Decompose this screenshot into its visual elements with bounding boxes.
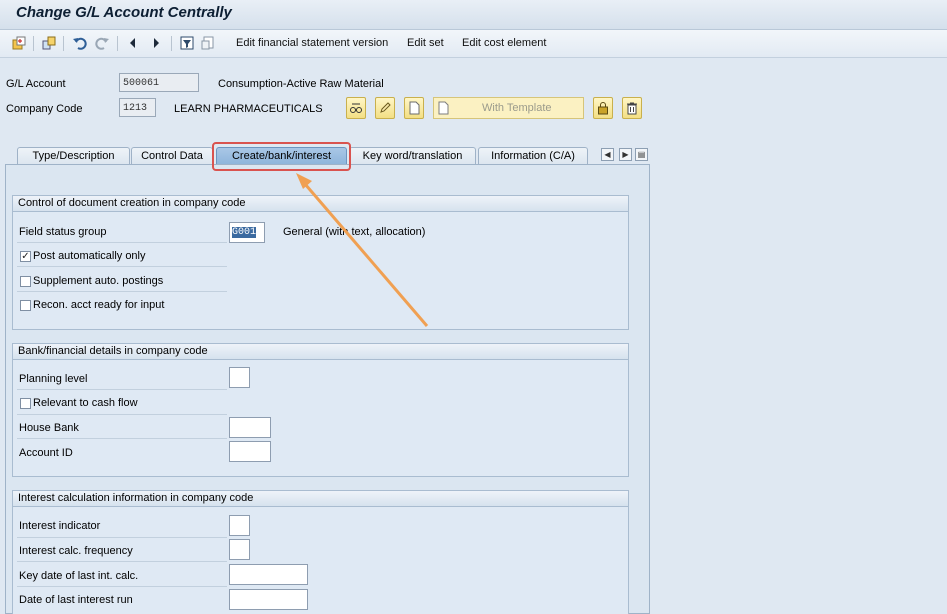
tab-scroll-right-button[interactable]: ▶ [619,148,632,161]
trash-icon [627,102,637,115]
group-title: Interest calculation information in comp… [13,491,628,507]
undo-icon[interactable] [72,35,88,51]
cash-flow-checkbox[interactable] [20,398,31,409]
divider [17,242,227,243]
divider [17,389,227,390]
edit-cost-element-link[interactable]: Edit cost element [462,37,546,49]
company-code-label: Company Code [6,103,83,115]
planning-level-label: Planning level [19,373,88,385]
interest-frequency-label: Interest calc. frequency [19,545,133,557]
clear-icon[interactable] [200,35,216,51]
last-interest-run-label: Date of last interest run [19,594,133,606]
group-bank-financial: Bank/financial details in company code [12,343,629,477]
post-automatically-label: Post automatically only [33,250,146,262]
tab-type-description[interactable]: Type/Description [17,147,130,165]
house-bank-input[interactable] [229,417,271,438]
toolbar-separator [117,36,118,51]
tab-information-ca[interactable]: Information (C/A) [478,147,588,165]
account-id-label: Account ID [19,447,73,459]
supplement-postings-checkbox[interactable] [20,276,31,287]
recon-acct-checkbox[interactable] [20,300,31,311]
toolbar-separator [33,36,34,51]
key-date-input[interactable] [229,564,308,585]
account-id-input[interactable] [229,441,271,462]
supplement-postings-label: Supplement auto. postings [33,275,164,287]
redo-icon[interactable] [94,35,110,51]
with-template-label: With Template [482,102,552,114]
tab-control-data[interactable]: Control Data [131,147,213,165]
page-title: Change G/L Account Centrally [16,4,232,21]
house-bank-label: House Bank [19,422,79,434]
gl-account-description: Consumption-Active Raw Material [218,78,384,90]
delete-button[interactable] [622,97,642,119]
divider [17,266,227,267]
display-change-button[interactable] [346,97,366,119]
filter-icon[interactable] [179,35,195,51]
field-status-group-label: Field status group [19,226,107,238]
field-status-group-value: G001 [232,227,257,238]
tab-list-button[interactable]: ▤ [635,148,648,161]
lock-icon [598,102,608,115]
divider [17,586,227,587]
next-icon[interactable] [148,35,164,51]
tab-key-word-translation[interactable]: Key word/translation [349,147,476,165]
with-template-button[interactable]: With Template [433,97,584,119]
company-code-field[interactable]: 1213 [119,98,156,117]
document-icon [438,101,449,115]
interest-frequency-input[interactable] [229,539,250,560]
interest-indicator-label: Interest indicator [19,520,101,532]
divider [17,291,227,292]
pencil-icon [380,102,391,113]
recon-acct-label: Recon. acct ready for input [33,299,165,311]
cash-flow-label: Relevant to cash flow [33,397,138,409]
divider [17,561,227,562]
toolbar-separator [171,36,172,51]
copy-icon[interactable] [41,35,57,51]
edit-set-link[interactable]: Edit set [407,37,444,49]
edit-button[interactable] [375,97,395,119]
field-status-group-input[interactable]: G001 [229,222,265,243]
group-title: Control of document creation in company … [13,196,628,212]
toolbar-separator [63,36,64,51]
divider [17,438,227,439]
key-date-label: Key date of last int. calc. [19,570,139,582]
title-bar: Change G/L Account Centrally [0,0,947,30]
prev-icon[interactable] [125,35,141,51]
divider [17,537,227,538]
application-toolbar: Edit financial statement version Edit se… [0,30,947,58]
gl-account-field[interactable]: 500061 [119,73,199,92]
last-interest-run-input[interactable] [229,589,308,610]
page-icon[interactable] [11,35,27,51]
gl-account-label: G/L Account [6,78,66,90]
interest-indicator-input[interactable] [229,515,250,536]
tab-highlight-box [212,142,351,171]
group-title: Bank/financial details in company code [13,344,628,360]
tab-scroll-left-button[interactable]: ◀ [601,148,614,161]
edit-fs-version-link[interactable]: Edit financial statement version [236,37,388,49]
company-name: LEARN PHARMACEUTICALS [174,103,323,115]
create-button[interactable] [404,97,424,119]
planning-level-input[interactable] [229,367,250,388]
field-status-group-description: General (with text, allocation) [283,226,426,238]
divider [17,414,227,415]
tab-strip: Type/Description Control Data Create/ban… [0,145,947,165]
new-document-icon [409,101,420,115]
post-automatically-checkbox[interactable]: ✓ [20,251,31,262]
glasses-pencil-icon [350,103,362,113]
block-button[interactable] [593,97,613,119]
